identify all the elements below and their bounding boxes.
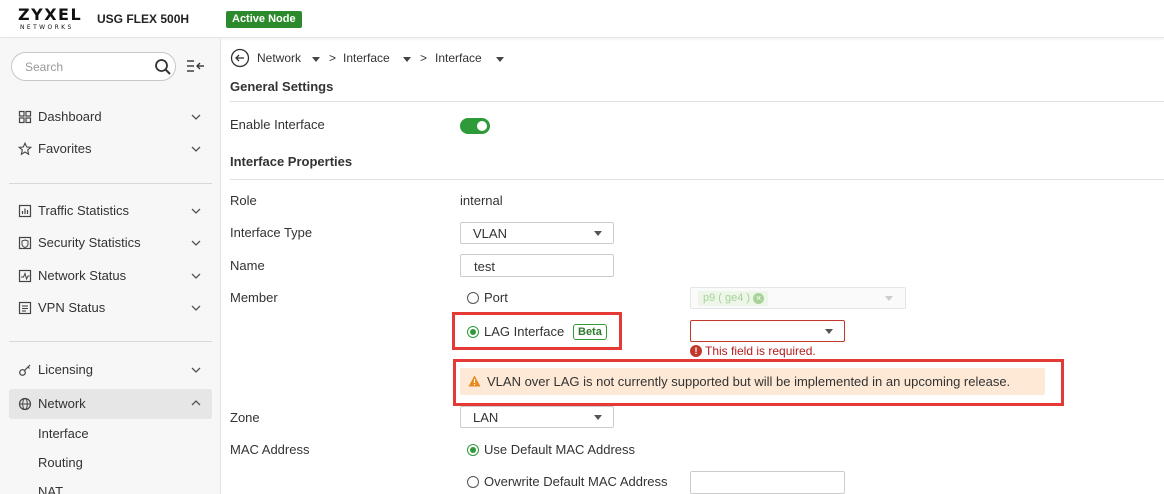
grid-icon: [18, 110, 32, 124]
name-label: Name: [230, 258, 265, 273]
port-member-select[interactable]: p9 ( ge4 ) ×: [690, 287, 906, 309]
caret-down-icon: [594, 415, 602, 420]
sidebar-subitem-routing[interactable]: Routing: [38, 455, 83, 470]
port-radio-label: Port: [484, 290, 508, 305]
chevron-up-icon: [191, 400, 201, 406]
chevron-down-icon: [191, 114, 201, 120]
sidebar-divider: [9, 341, 212, 342]
zone-value: LAN: [473, 410, 499, 425]
sidebar-subitem-nat[interactable]: NAT: [38, 484, 63, 494]
mac-address-input[interactable]: [690, 471, 845, 494]
vpn-status-icon: [18, 301, 32, 315]
enable-interface-label: Enable Interface: [230, 117, 325, 132]
sidebar-item-licensing[interactable]: Licensing: [9, 357, 212, 383]
security-stats-icon: [18, 236, 32, 250]
zone-select[interactable]: LAN: [460, 406, 614, 428]
search-placeholder: Search: [25, 60, 64, 74]
lag-interface-select[interactable]: [690, 320, 845, 342]
network-status-icon: [18, 269, 32, 283]
caret-down-icon: [885, 296, 893, 301]
sidebar-divider: [9, 183, 212, 184]
zone-label: Zone: [230, 410, 260, 425]
use-default-mac-radio[interactable]: [467, 444, 479, 456]
sidebar-item-label: VPN Status: [38, 300, 106, 315]
interface-type-value: VLAN: [473, 226, 507, 241]
section-divider: [230, 179, 1164, 180]
sidebar-item-label: Traffic Statistics: [38, 203, 130, 218]
general-settings-title: General Settings: [230, 79, 334, 94]
chevron-down-icon: [191, 208, 201, 214]
device-model: USG FLEX 500H: [97, 12, 190, 26]
breadcrumb-separator: >: [329, 51, 337, 65]
search-input[interactable]: Search: [11, 52, 176, 81]
overwrite-mac-label: Overwrite Default MAC Address: [484, 474, 668, 489]
overwrite-mac-radio[interactable]: [467, 476, 479, 488]
chevron-down-icon: [191, 146, 201, 152]
chevron-down-icon: [191, 240, 201, 246]
logo-wordmark: ZYXEL: [18, 5, 83, 24]
sidebar-item-security-statistics[interactable]: Security Statistics: [9, 230, 212, 256]
enable-interface-toggle[interactable]: [460, 118, 490, 134]
key-icon: [19, 364, 31, 376]
sidebar-item-favorites[interactable]: Favorites: [9, 136, 212, 162]
sidebar-item-label: Dashboard: [38, 109, 102, 124]
role-value: internal: [460, 193, 503, 208]
mac-address-label: MAC Address: [230, 442, 310, 457]
lag-highlight-box: [452, 312, 622, 350]
sidebar-item-label: Favorites: [38, 141, 92, 156]
interface-properties-title: Interface Properties: [230, 154, 353, 169]
active-node-badge: Active Node: [226, 11, 302, 28]
sidebar-item-label: Network Status: [38, 268, 127, 283]
chevron-down-icon: [191, 367, 201, 373]
collapse-menu-icon[interactable]: [186, 58, 206, 74]
main-content: Network > Interface > Interface General …: [222, 39, 1164, 494]
star-icon: [18, 142, 32, 156]
breadcrumb-network[interactable]: Network: [257, 51, 301, 65]
traffic-stats-icon: [18, 204, 32, 218]
member-label: Member: [230, 290, 278, 305]
back-arrow-icon[interactable]: [230, 48, 250, 68]
top-bar: ZYXEL NETWORKS USG FLEX 500H Active Node: [0, 0, 1164, 38]
role-label: Role: [230, 193, 257, 208]
sidebar-subitem-interface[interactable]: Interface: [38, 426, 89, 441]
warning-highlight-box: [453, 359, 1064, 406]
caret-down-icon: [594, 231, 602, 236]
globe-icon: [18, 397, 32, 411]
breadcrumb-interface-page[interactable]: Interface: [435, 51, 482, 65]
caret-down-icon[interactable]: [312, 57, 320, 62]
sidebar-item-vpn-status[interactable]: VPN Status: [9, 295, 212, 321]
section-divider: [230, 101, 1164, 102]
lag-error-message: This field is required.: [705, 344, 816, 358]
caret-down-icon[interactable]: [496, 57, 504, 62]
sidebar: Search Dashboard Favorites Traffic Stati…: [0, 39, 221, 494]
interface-type-label: Interface Type: [230, 225, 313, 240]
sidebar-item-network-status[interactable]: Network Status: [9, 263, 212, 289]
chip-remove-icon[interactable]: ×: [753, 293, 765, 304]
breadcrumb-interface-section[interactable]: Interface: [343, 51, 390, 65]
port-chip-label: p9 ( ge4 ): [703, 292, 751, 304]
sidebar-item-traffic-statistics[interactable]: Traffic Statistics: [9, 198, 212, 224]
zyxel-logo[interactable]: ZYXEL NETWORKS: [18, 6, 86, 34]
breadcrumb-separator: >: [420, 51, 428, 65]
sidebar-item-network[interactable]: Network: [9, 389, 212, 419]
logo-subtitle: NETWORKS: [20, 24, 74, 31]
port-radio[interactable]: [467, 292, 479, 304]
caret-down-icon[interactable]: [403, 57, 411, 62]
interface-type-select[interactable]: VLAN: [460, 222, 614, 244]
caret-down-icon: [825, 329, 833, 334]
search-icon[interactable]: [154, 58, 172, 76]
name-input[interactable]: test: [460, 254, 614, 277]
name-input-value: test: [474, 259, 495, 274]
chevron-down-icon: [191, 305, 201, 311]
sidebar-item-label: Network: [38, 396, 86, 411]
sidebar-item-dashboard[interactable]: Dashboard: [9, 104, 212, 130]
error-icon: !: [690, 345, 702, 357]
port-chip: p9 ( ge4 ) ×: [698, 291, 769, 306]
sidebar-item-label: Security Statistics: [38, 235, 141, 250]
chevron-down-icon: [191, 273, 201, 279]
use-default-mac-label: Use Default MAC Address: [484, 442, 636, 457]
sidebar-item-label: Licensing: [38, 362, 93, 377]
